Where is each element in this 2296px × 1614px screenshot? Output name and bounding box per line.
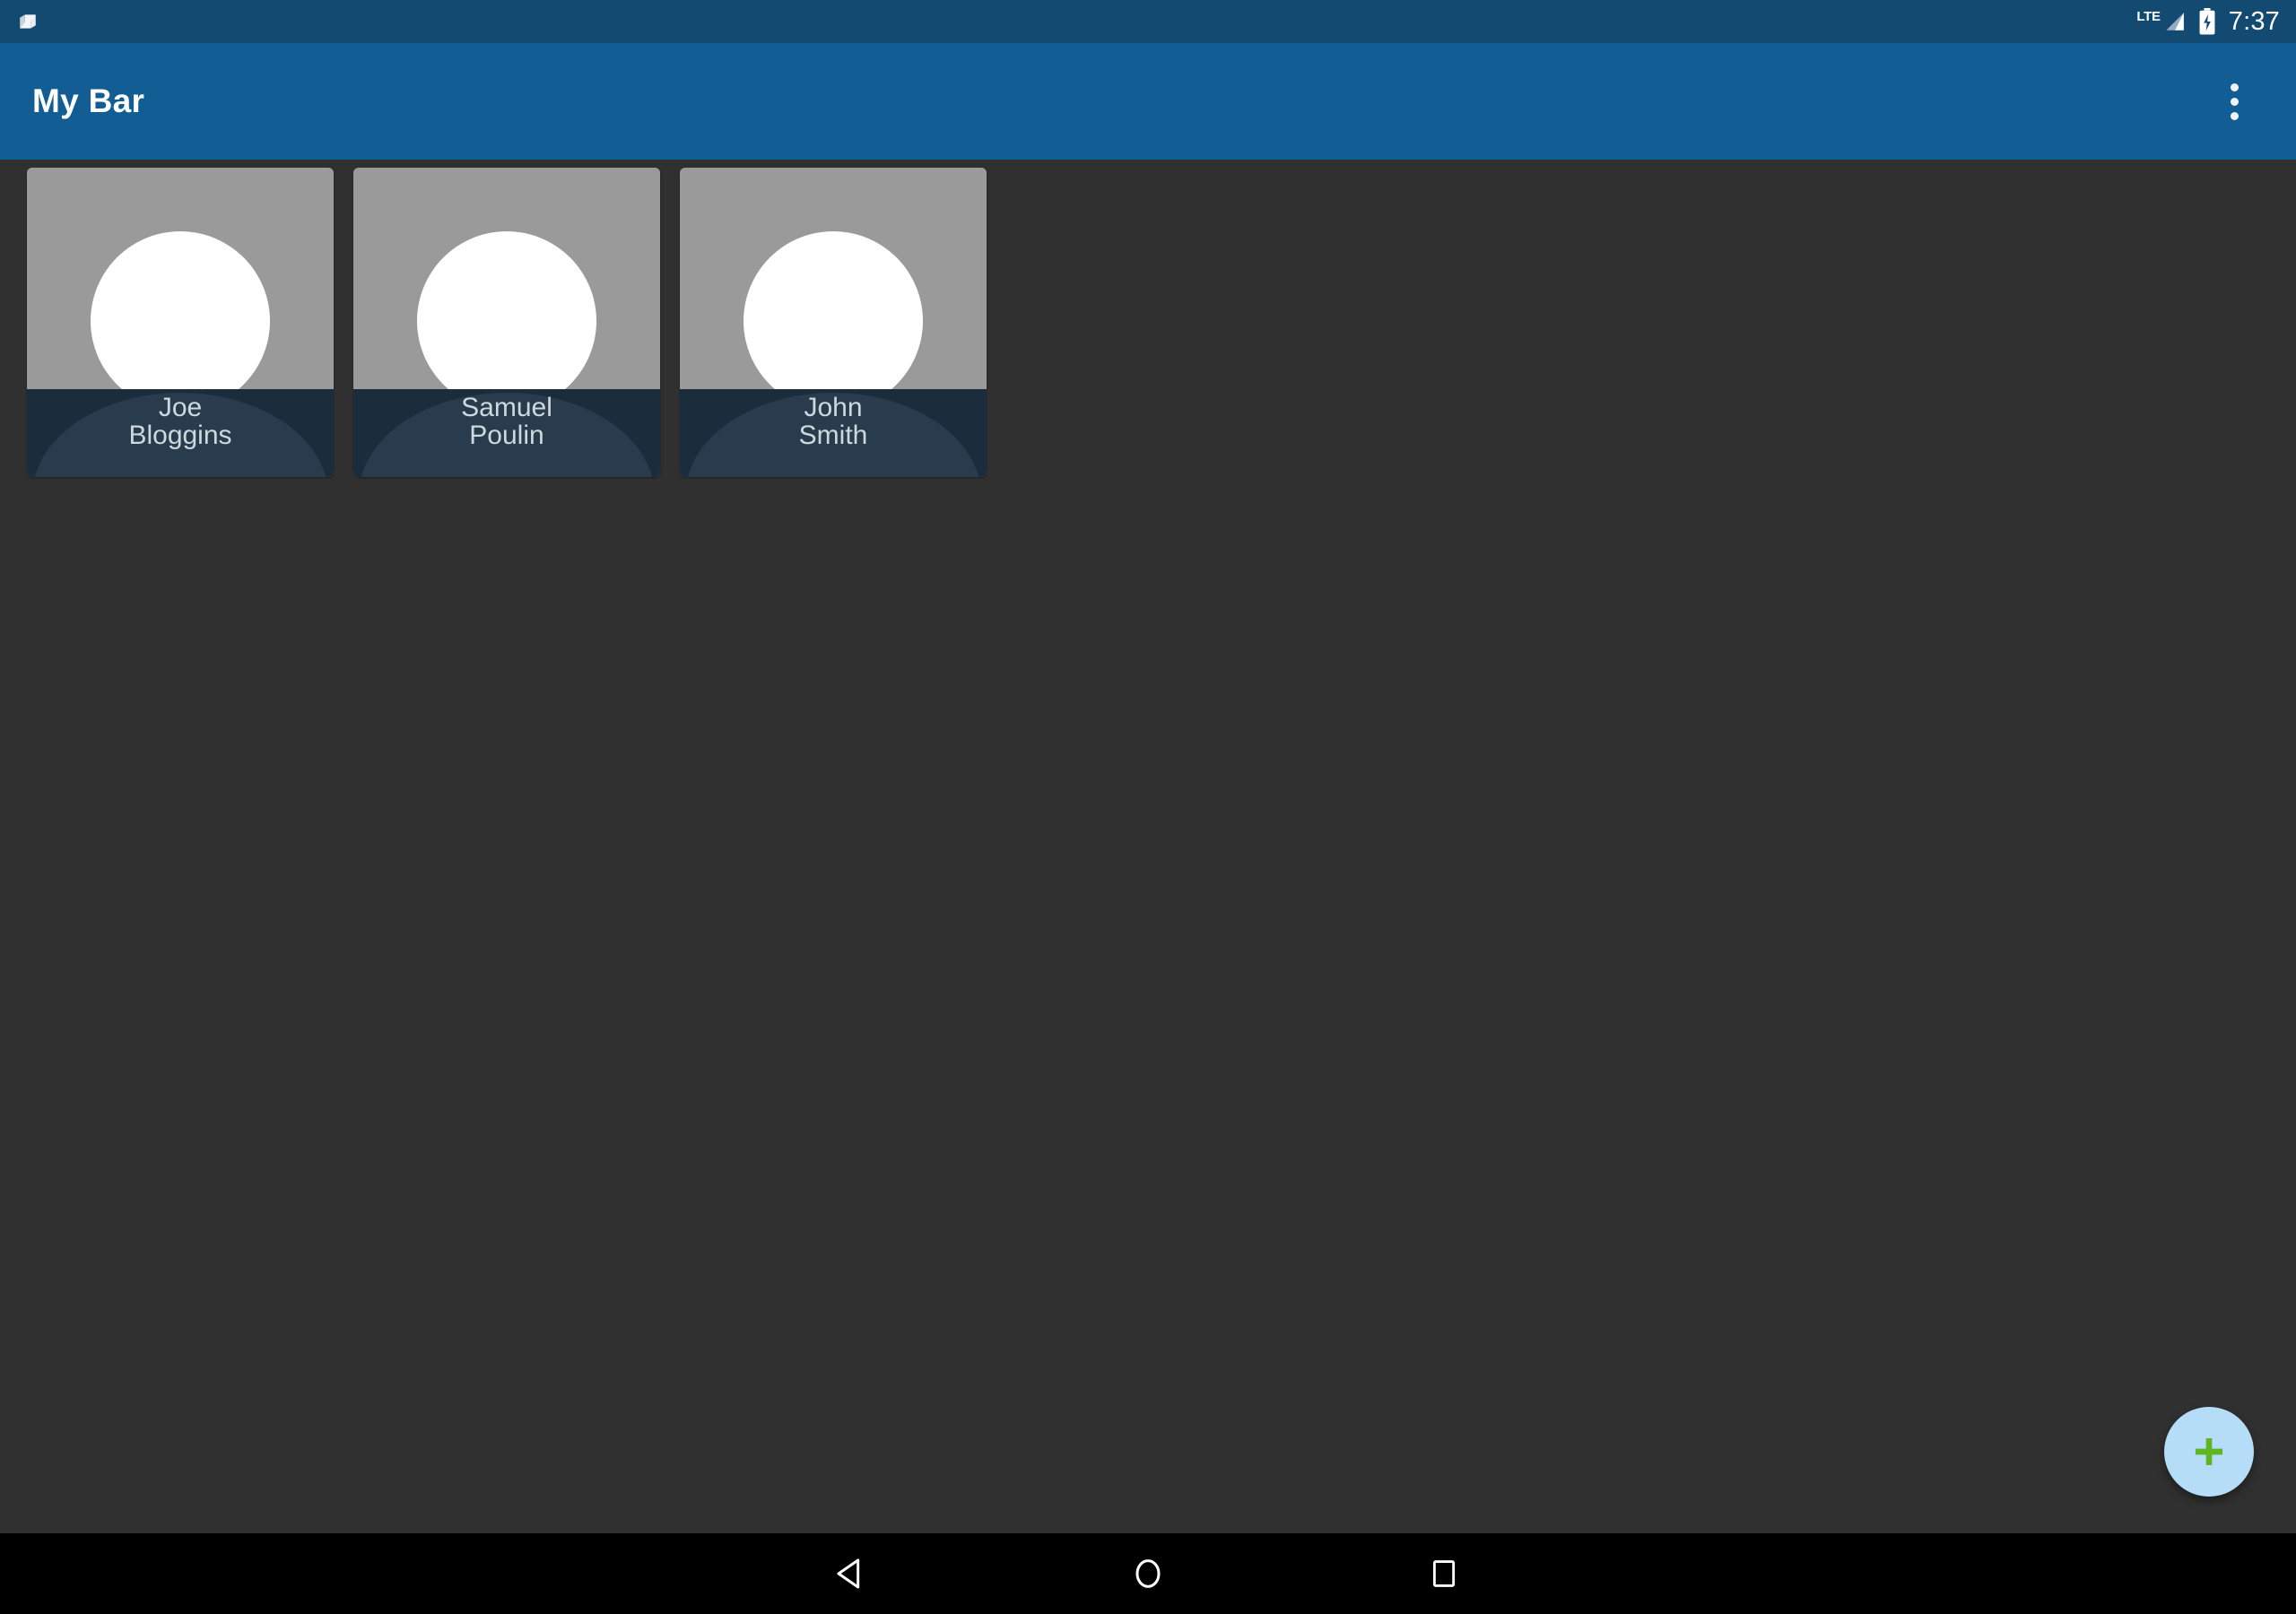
network-indicator: LTE <box>2136 10 2185 33</box>
person-card[interactable]: Samuel Poulin <box>353 168 660 477</box>
person-first-name: Joe <box>158 393 203 422</box>
person-card-footer: John Smith <box>680 389 987 477</box>
status-bar-right: LTE 7:37 <box>2136 8 2280 35</box>
status-bar-left <box>16 10 39 33</box>
status-bar: LTE 7:37 <box>0 0 2296 43</box>
back-triangle-icon <box>837 1558 860 1589</box>
person-last-name: Smith <box>798 420 868 450</box>
person-card-footer: Samuel Poulin <box>353 389 660 477</box>
overflow-dot <box>2230 82 2239 91</box>
battery-charging-icon <box>2199 8 2215 35</box>
person-name: John Smith <box>680 389 987 477</box>
status-bar-clock: 7:37 <box>2228 6 2280 36</box>
person-first-name: John <box>804 393 863 422</box>
people-grid: Joe Bloggins Samuel Poulin John Smith <box>27 168 987 477</box>
person-name: Joe Bloggins <box>27 389 334 477</box>
nougat-easter-egg-icon <box>20 14 36 29</box>
app-bar: My Bar <box>0 43 2296 160</box>
system-navigation-bar <box>0 1533 2296 1614</box>
person-card[interactable]: John Smith <box>680 168 987 477</box>
person-placeholder-icon <box>417 231 596 389</box>
nav-recents-button[interactable] <box>1296 1533 1592 1614</box>
page-title: My Bar <box>32 82 145 119</box>
nav-home-button[interactable] <box>1000 1533 1296 1614</box>
signal-bars-icon <box>2166 13 2184 30</box>
nav-back-button[interactable] <box>704 1533 1000 1614</box>
main-content: Joe Bloggins Samuel Poulin John Smith <box>0 160 2296 1533</box>
person-placeholder-icon <box>744 231 923 389</box>
person-photo <box>353 168 660 389</box>
person-last-name: Poulin <box>469 420 544 450</box>
overflow-dot <box>2230 97 2239 106</box>
person-last-name: Bloggins <box>128 420 232 450</box>
plus-icon <box>2195 1437 2223 1466</box>
person-card-footer: Joe Bloggins <box>27 389 334 477</box>
overflow-dot <box>2230 111 2239 120</box>
person-placeholder-icon <box>91 231 270 389</box>
home-circle-icon <box>1135 1559 1161 1588</box>
person-name: Samuel Poulin <box>353 389 660 477</box>
more-vert-icon[interactable] <box>2203 70 2266 133</box>
recents-square-icon <box>1432 1560 1456 1587</box>
person-photo <box>680 168 987 389</box>
person-card[interactable]: Joe Bloggins <box>27 168 334 477</box>
add-button[interactable] <box>2164 1407 2254 1497</box>
network-label: LTE <box>2136 9 2161 24</box>
person-first-name: Samuel <box>461 393 552 422</box>
person-photo <box>27 168 334 389</box>
